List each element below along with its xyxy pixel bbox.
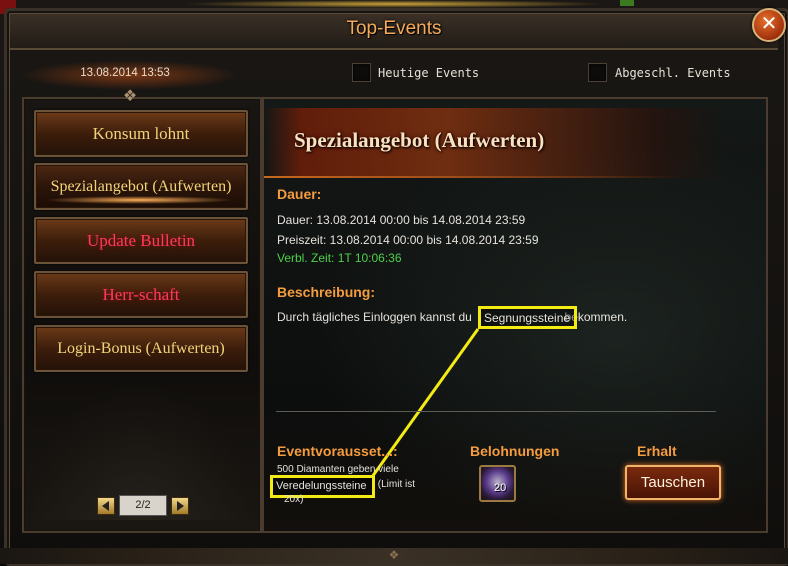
reward-count: 20 bbox=[494, 482, 507, 494]
ornament-bottom-icon: ❖ bbox=[388, 548, 400, 562]
exchange-button[interactable]: Tauschen bbox=[625, 465, 721, 500]
highlighted-veredelungssteine: Veredelungssteine bbox=[276, 480, 367, 492]
requirement-limit: (Limit ist bbox=[375, 479, 415, 490]
requirement-heading: Eventvorausset...: bbox=[277, 443, 398, 459]
requirement-line-1: 500 Diamanten geben viele bbox=[277, 464, 399, 475]
claim-heading: Erhalt bbox=[637, 443, 677, 459]
rewards-heading: Belohnungen bbox=[470, 443, 560, 459]
requirement-line-3: 20x) bbox=[284, 494, 304, 505]
section-divider bbox=[276, 411, 716, 412]
